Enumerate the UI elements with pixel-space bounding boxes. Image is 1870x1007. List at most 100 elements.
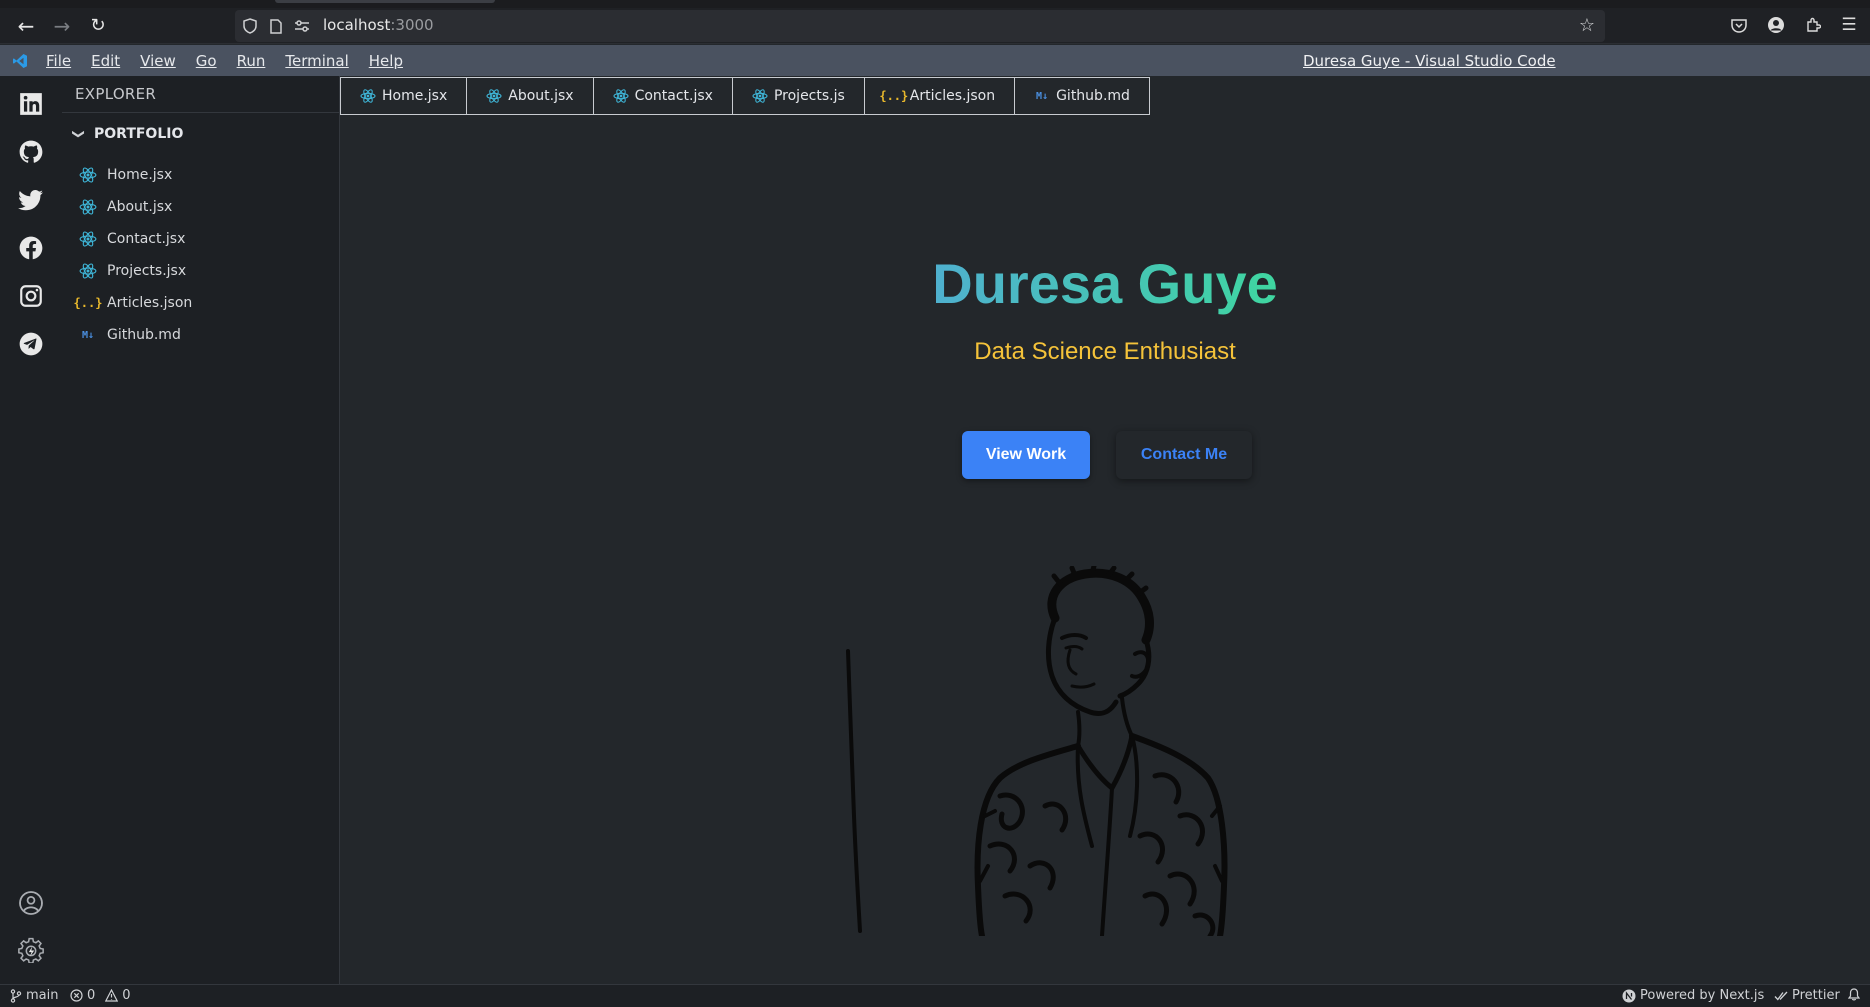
extensions-icon[interactable] xyxy=(1802,14,1824,36)
editor-tabs: Home.jsx About.jsx Contact.jsx Projects.… xyxy=(340,77,1150,115)
vscode-logo-icon xyxy=(13,54,27,68)
menu-help[interactable]: Help xyxy=(369,52,403,70)
nextjs-icon xyxy=(1622,989,1636,1002)
file-label: Home.jsx xyxy=(107,167,173,183)
react-icon xyxy=(486,88,502,104)
json-icon: {..} xyxy=(879,89,909,103)
file-item-articles[interactable]: {..} Articles.json xyxy=(73,290,193,316)
view-work-button[interactable]: View Work xyxy=(962,431,1090,479)
menu-items: File Edit View Go Run Terminal Help xyxy=(46,52,423,70)
profile-icon[interactable] xyxy=(1765,14,1787,36)
react-icon xyxy=(78,165,98,185)
warning-count: 0 xyxy=(122,988,131,1003)
tab-projects[interactable]: Projects.js xyxy=(731,77,864,115)
hero-subtitle: Data Science Enthusiast xyxy=(974,338,1236,365)
react-icon xyxy=(78,261,98,281)
pocket-icon[interactable] xyxy=(1728,14,1750,36)
explorer-sidebar: EXPLORER ❯ PORTFOLIO Home.jsx About.jsx … xyxy=(62,76,340,984)
problems-status[interactable]: 0 0 xyxy=(70,988,131,1003)
hero-name-text: Duresa Guye xyxy=(932,252,1278,315)
contact-me-button[interactable]: Contact Me xyxy=(1116,431,1252,479)
branch-name: main xyxy=(26,988,59,1003)
file-item-contact[interactable]: Contact.jsx xyxy=(78,226,185,252)
tab-contact[interactable]: Contact.jsx xyxy=(592,77,732,115)
explorer-title: EXPLORER xyxy=(75,85,157,103)
menu-edit[interactable]: Edit xyxy=(91,52,120,70)
url-bar[interactable]: localhost:3000 ☆ xyxy=(235,10,1605,42)
react-icon xyxy=(613,88,629,104)
menu-view[interactable]: View xyxy=(140,52,176,70)
json-icon: {..} xyxy=(73,296,103,310)
activity-bar xyxy=(0,76,62,984)
folder-portfolio[interactable]: ❯ PORTFOLIO xyxy=(72,122,183,146)
menu-hamburger-icon[interactable]: ☰ xyxy=(1838,14,1860,36)
url-port: :3000 xyxy=(390,16,434,34)
shield-icon[interactable] xyxy=(241,17,259,35)
file-label: Articles.json xyxy=(107,295,193,311)
tab-github[interactable]: M↓ Github.md xyxy=(1014,77,1150,115)
twitter-icon[interactable] xyxy=(15,184,47,216)
browser-toolbar: ← → ↻ localhost:3000 ☆ ☰ xyxy=(0,0,1870,44)
menu-go[interactable]: Go xyxy=(196,52,217,70)
reload-icon[interactable]: ↻ xyxy=(86,14,110,38)
tab-label: About.jsx xyxy=(508,88,574,104)
menu-file[interactable]: File xyxy=(46,52,71,70)
browser-tab-strip xyxy=(0,0,1870,8)
prettier-status[interactable]: Prettier xyxy=(1774,988,1840,1003)
git-branch-icon xyxy=(10,988,22,1003)
file-item-about[interactable]: About.jsx xyxy=(78,194,172,220)
portrait-illustration xyxy=(846,566,1228,936)
menu-terminal[interactable]: Terminal xyxy=(285,52,348,70)
powered-by-label: Powered by Next.js xyxy=(1640,988,1765,1003)
tab-home[interactable]: Home.jsx xyxy=(340,77,467,115)
instagram-icon[interactable] xyxy=(15,280,47,312)
facebook-icon[interactable] xyxy=(15,232,47,264)
file-item-projects[interactable]: Projects.jsx xyxy=(78,258,186,284)
warning-icon xyxy=(105,989,119,1002)
file-label: Github.md xyxy=(107,327,181,343)
window-title[interactable]: Duresa Guye - Visual Studio Code xyxy=(1303,52,1556,70)
status-bar: main 0 0 Powered by Next.js Prettier xyxy=(0,984,1870,1007)
react-icon xyxy=(78,229,98,249)
markdown-icon: M↓ xyxy=(1036,90,1049,102)
url-text[interactable]: localhost:3000 xyxy=(323,16,434,34)
branch-status[interactable]: main xyxy=(10,988,58,1003)
file-item-home[interactable]: Home.jsx xyxy=(78,162,172,188)
account-icon[interactable] xyxy=(15,887,47,919)
linkedin-icon[interactable] xyxy=(15,88,47,120)
tab-label: Projects.js xyxy=(773,88,845,104)
folder-name: PORTFOLIO xyxy=(94,126,184,142)
file-label: Projects.jsx xyxy=(107,263,187,279)
forward-icon[interactable]: → xyxy=(50,14,74,38)
divider xyxy=(62,112,340,113)
url-host: localhost xyxy=(323,16,391,34)
browser-active-tab[interactable] xyxy=(275,0,495,3)
file-label: Contact.jsx xyxy=(107,231,186,247)
editor-area: Home.jsx About.jsx Contact.jsx Projects.… xyxy=(340,76,1870,984)
hero-name: Duresa Guye xyxy=(340,251,1870,316)
settings-icon[interactable] xyxy=(15,934,47,966)
prettier-label: Prettier xyxy=(1792,988,1840,1003)
error-count: 0 xyxy=(87,988,96,1003)
menubar: File Edit View Go Run Terminal Help Dure… xyxy=(0,45,1870,76)
tab-label: Contact.jsx xyxy=(634,88,713,104)
chevron-down-icon: ❯ xyxy=(72,128,86,140)
github-icon[interactable] xyxy=(15,136,47,168)
nextjs-status[interactable]: Powered by Next.js xyxy=(1622,988,1764,1003)
react-icon xyxy=(78,197,98,217)
tab-label: Github.md xyxy=(1056,88,1130,104)
back-icon[interactable]: ← xyxy=(14,14,38,38)
permissions-icon[interactable] xyxy=(293,17,311,35)
double-check-icon xyxy=(1774,991,1788,1001)
menu-run[interactable]: Run xyxy=(237,52,266,70)
bookmark-star-icon[interactable]: ☆ xyxy=(1579,15,1595,36)
tab-articles[interactable]: {..} Articles.json xyxy=(863,77,1015,115)
file-label: About.jsx xyxy=(107,199,173,215)
file-item-github[interactable]: M↓ Github.md xyxy=(78,322,181,348)
tab-label: Articles.json xyxy=(909,88,996,104)
telegram-icon[interactable] xyxy=(15,328,47,360)
bell-icon[interactable] xyxy=(1848,988,1860,1001)
react-icon xyxy=(752,88,768,104)
tab-label: Home.jsx xyxy=(382,88,448,104)
tab-about[interactable]: About.jsx xyxy=(466,77,593,115)
